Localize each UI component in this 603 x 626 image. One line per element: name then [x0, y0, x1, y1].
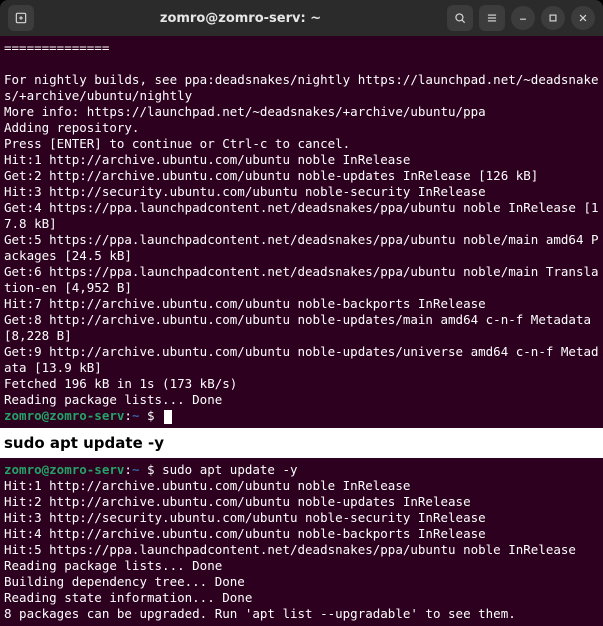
output-line: Get:4 https://ppa.launchpadcontent.net/d…: [4, 200, 599, 231]
output-line: Press [ENTER] to continue or Ctrl-c to c…: [4, 136, 350, 151]
output-line: More info: https://launchpad.net/~deadsn…: [4, 104, 486, 119]
close-button[interactable]: [571, 6, 595, 30]
menu-button[interactable]: [479, 5, 505, 31]
new-tab-button[interactable]: [8, 5, 34, 31]
output-line: Get:5 https://ppa.launchpadcontent.net/d…: [4, 232, 599, 263]
command-text: sudo apt update -y: [162, 462, 297, 477]
output-line: Hit:3 http://security.ubuntu.com/ubuntu …: [4, 184, 486, 199]
titlebar: zomro@zomro-serv: ~: [0, 0, 603, 36]
hamburger-icon: [485, 11, 499, 25]
minimize-icon: [516, 11, 530, 25]
output-line: Building dependency tree... Done: [4, 574, 245, 589]
output-line: Hit:4 http://archive.ubuntu.com/ubuntu n…: [4, 526, 486, 541]
prompt-sep: :: [124, 408, 132, 423]
output-line: Hit:1 http://archive.ubuntu.com/ubuntu n…: [4, 478, 410, 493]
output-line: Hit:5 https://ppa.launchpadcontent.net/d…: [4, 542, 576, 557]
output-line: For nightly builds, see ppa:deadsnakes/n…: [4, 72, 599, 103]
prompt-path: ~: [132, 462, 140, 477]
prompt-symbol: $: [147, 408, 155, 423]
maximize-button[interactable]: [541, 6, 565, 30]
output-line: Reading package lists... Done: [4, 392, 222, 407]
terminal-output-2[interactable]: zomro@zomro-serv:~ $ sudo apt update -y …: [0, 458, 603, 626]
terminal-output-1[interactable]: ============== For nightly builds, see p…: [0, 36, 603, 428]
divider: ==============: [4, 40, 109, 55]
output-line: Get:6 https://ppa.launchpadcontent.net/d…: [4, 264, 599, 295]
output-line: Fetched 196 kB in 1s (173 kB/s): [4, 376, 237, 391]
new-tab-icon: [14, 11, 28, 25]
output-line: Get:8 http://archive.ubuntu.com/ubuntu n…: [4, 312, 599, 343]
close-icon: [576, 11, 590, 25]
cursor: [164, 410, 172, 424]
output-line: Reading package lists... Done: [4, 558, 222, 573]
search-button[interactable]: [447, 5, 473, 31]
search-icon: [453, 11, 467, 25]
minimize-button[interactable]: [511, 6, 535, 30]
terminal-window: zomro@zomro-serv: ~ ============== For n…: [0, 0, 603, 428]
output-line: Hit:3 http://security.ubuntu.com/ubuntu …: [4, 510, 486, 525]
prompt-sep: :: [124, 462, 132, 477]
output-line: Adding repository.: [4, 120, 139, 135]
prompt-user: zomro@zomro-serv: [4, 408, 124, 423]
output-line: Get:9 http://archive.ubuntu.com/ubuntu n…: [4, 344, 599, 375]
prompt-user: zomro@zomro-serv: [4, 462, 124, 477]
output-line: Get:2 http://archive.ubuntu.com/ubuntu n…: [4, 168, 538, 183]
prompt-symbol: $: [147, 462, 155, 477]
output-line: Reading state information... Done: [4, 590, 252, 605]
output-line: 8 packages can be upgraded. Run 'apt lis…: [4, 606, 516, 621]
prompt-path: ~: [132, 408, 140, 423]
maximize-icon: [546, 11, 560, 25]
output-line: Hit:1 http://archive.ubuntu.com/ubuntu n…: [4, 152, 410, 167]
instruction-label: sudo apt update -y: [0, 428, 603, 458]
output-line: Hit:7 http://archive.ubuntu.com/ubuntu n…: [4, 296, 486, 311]
window-title: zomro@zomro-serv: ~: [42, 11, 439, 26]
output-line: Hit:2 http://archive.ubuntu.com/ubuntu n…: [4, 494, 471, 509]
